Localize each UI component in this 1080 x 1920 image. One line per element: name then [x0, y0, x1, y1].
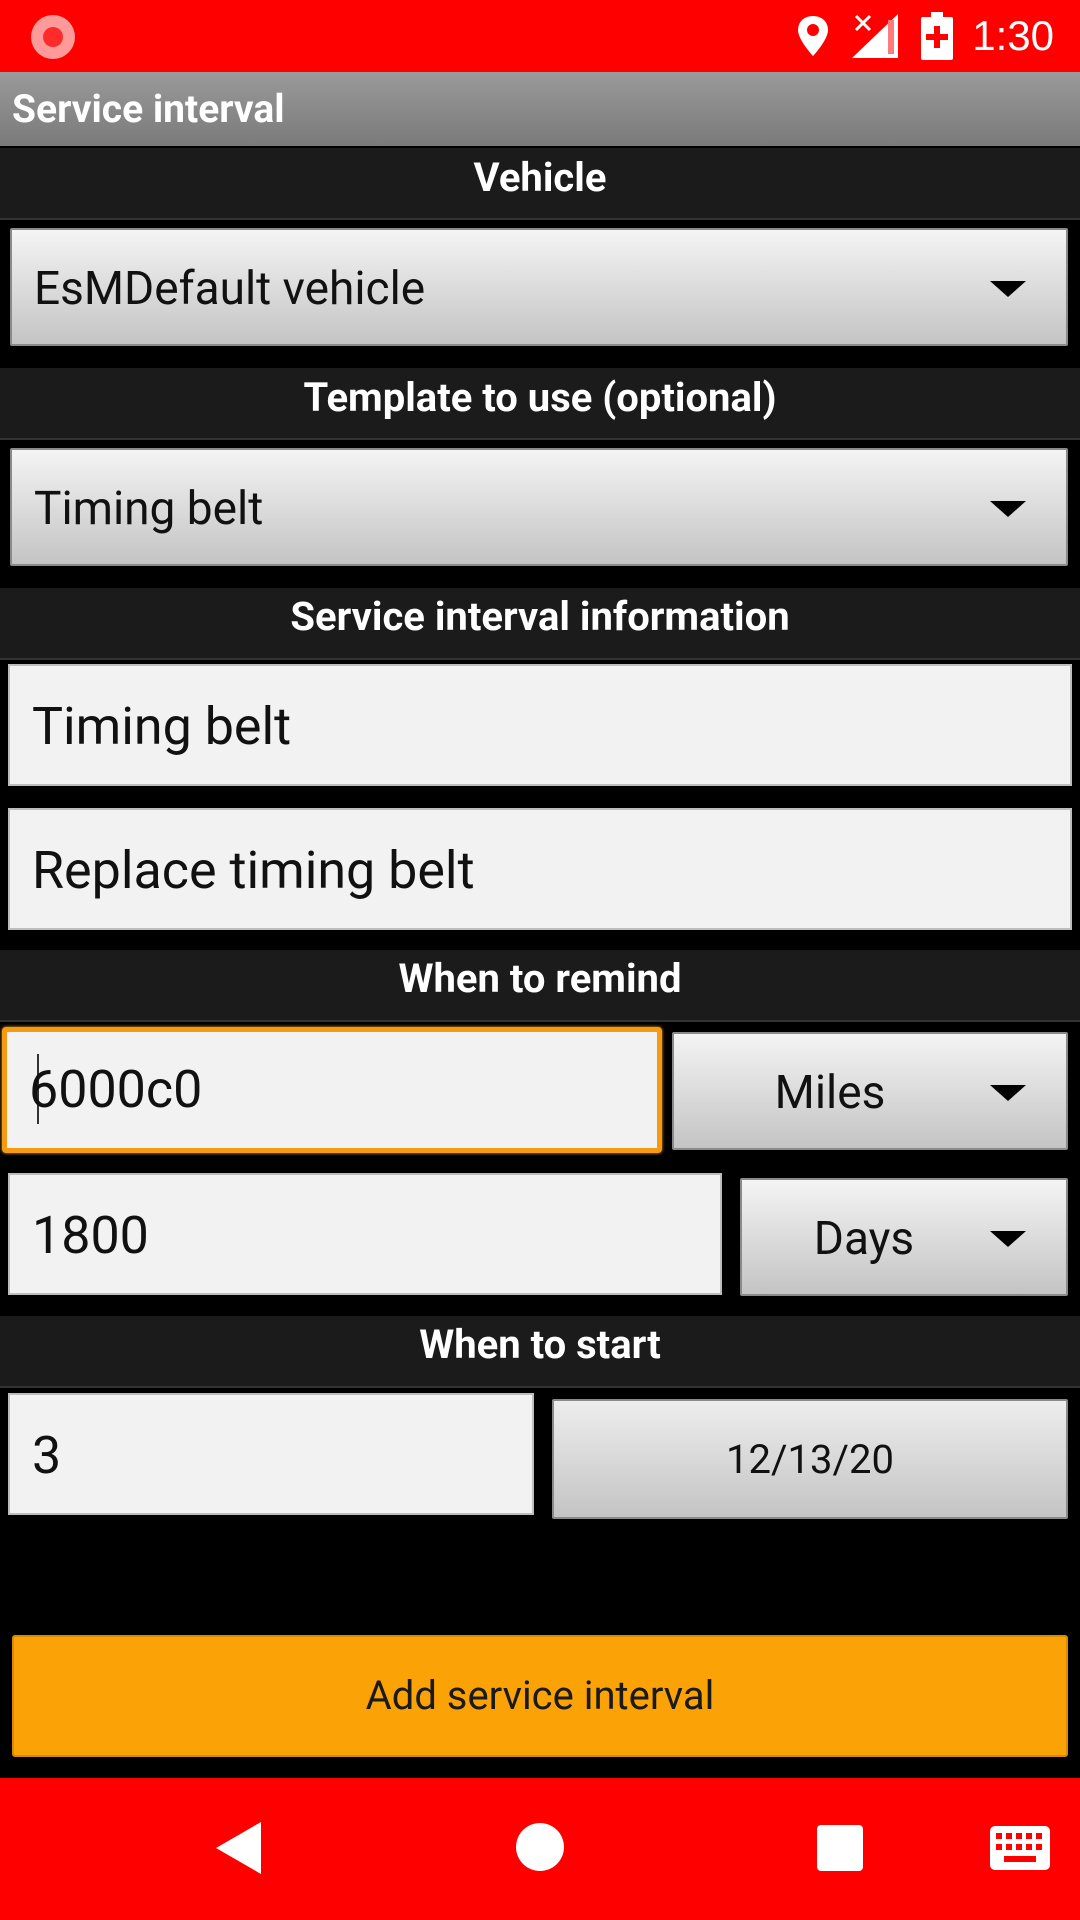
- vehicle-spinner-value: EsMDefault vehicle: [34, 262, 426, 316]
- navigation-bar: [0, 1778, 1080, 1920]
- remind-time-value: 1800: [32, 1205, 149, 1266]
- distance-unit-spinner[interactable]: Miles: [672, 1032, 1068, 1150]
- time-unit-value: Days: [813, 1212, 915, 1266]
- signal-icon: [852, 14, 898, 58]
- page-title: Service interval: [12, 86, 285, 132]
- section-start-label: When to start: [419, 1321, 661, 1368]
- battery-charging-icon: [921, 12, 953, 60]
- remind-distance-field[interactable]: 6000c0: [2, 1027, 662, 1153]
- keyboard-icon[interactable]: [990, 1826, 1050, 1870]
- app-bar: Service interval: [0, 72, 1080, 146]
- section-template-label: Template to use (optional): [303, 374, 777, 421]
- section-vehicle-label: Vehicle: [473, 154, 607, 201]
- chevron-down-icon: [990, 1231, 1026, 1247]
- location-icon: [798, 16, 828, 56]
- start-value-field[interactable]: 3: [8, 1393, 534, 1515]
- home-icon[interactable]: [516, 1823, 564, 1871]
- section-header-start: When to start: [0, 1316, 1080, 1388]
- chevron-down-icon: [990, 501, 1026, 517]
- template-spinner[interactable]: Timing belt: [10, 448, 1068, 566]
- service-description-field[interactable]: Replace timing belt: [8, 808, 1072, 930]
- service-name-field[interactable]: Timing belt: [8, 664, 1072, 786]
- chevron-down-icon: [990, 1085, 1026, 1101]
- section-header-template: Template to use (optional): [0, 368, 1080, 440]
- section-header-vehicle: Vehicle: [0, 148, 1080, 220]
- remind-time-field[interactable]: 1800: [8, 1173, 722, 1295]
- add-service-interval-button[interactable]: Add service interval: [12, 1635, 1068, 1757]
- time-unit-spinner[interactable]: Days: [740, 1178, 1068, 1296]
- recent-apps-icon[interactable]: [817, 1825, 863, 1871]
- service-name-value: Timing belt: [32, 696, 292, 757]
- section-header-info: Service interval information: [0, 588, 1080, 660]
- start-date-button[interactable]: 12/13/20: [552, 1399, 1068, 1519]
- chevron-down-icon: [990, 281, 1026, 297]
- section-remind-label: When to remind: [398, 955, 682, 1002]
- start-value: 3: [32, 1425, 62, 1486]
- section-info-label: Service interval information: [290, 593, 790, 640]
- status-bar: 1:30: [0, 0, 1080, 72]
- service-description-value: Replace timing belt: [32, 840, 475, 901]
- remind-distance-value: 6000c0: [29, 1059, 203, 1120]
- start-date-label: 12/13/20: [726, 1436, 894, 1483]
- distance-unit-value: Miles: [774, 1066, 886, 1120]
- section-header-remind: When to remind: [0, 950, 1080, 1022]
- template-spinner-value: Timing belt: [34, 482, 264, 536]
- screen-record-icon: [31, 15, 75, 59]
- status-time: 1:30: [972, 12, 1054, 59]
- back-icon[interactable]: [216, 1822, 261, 1874]
- vehicle-spinner[interactable]: EsMDefault vehicle: [10, 228, 1068, 346]
- add-service-interval-label: Add service interval: [365, 1672, 715, 1719]
